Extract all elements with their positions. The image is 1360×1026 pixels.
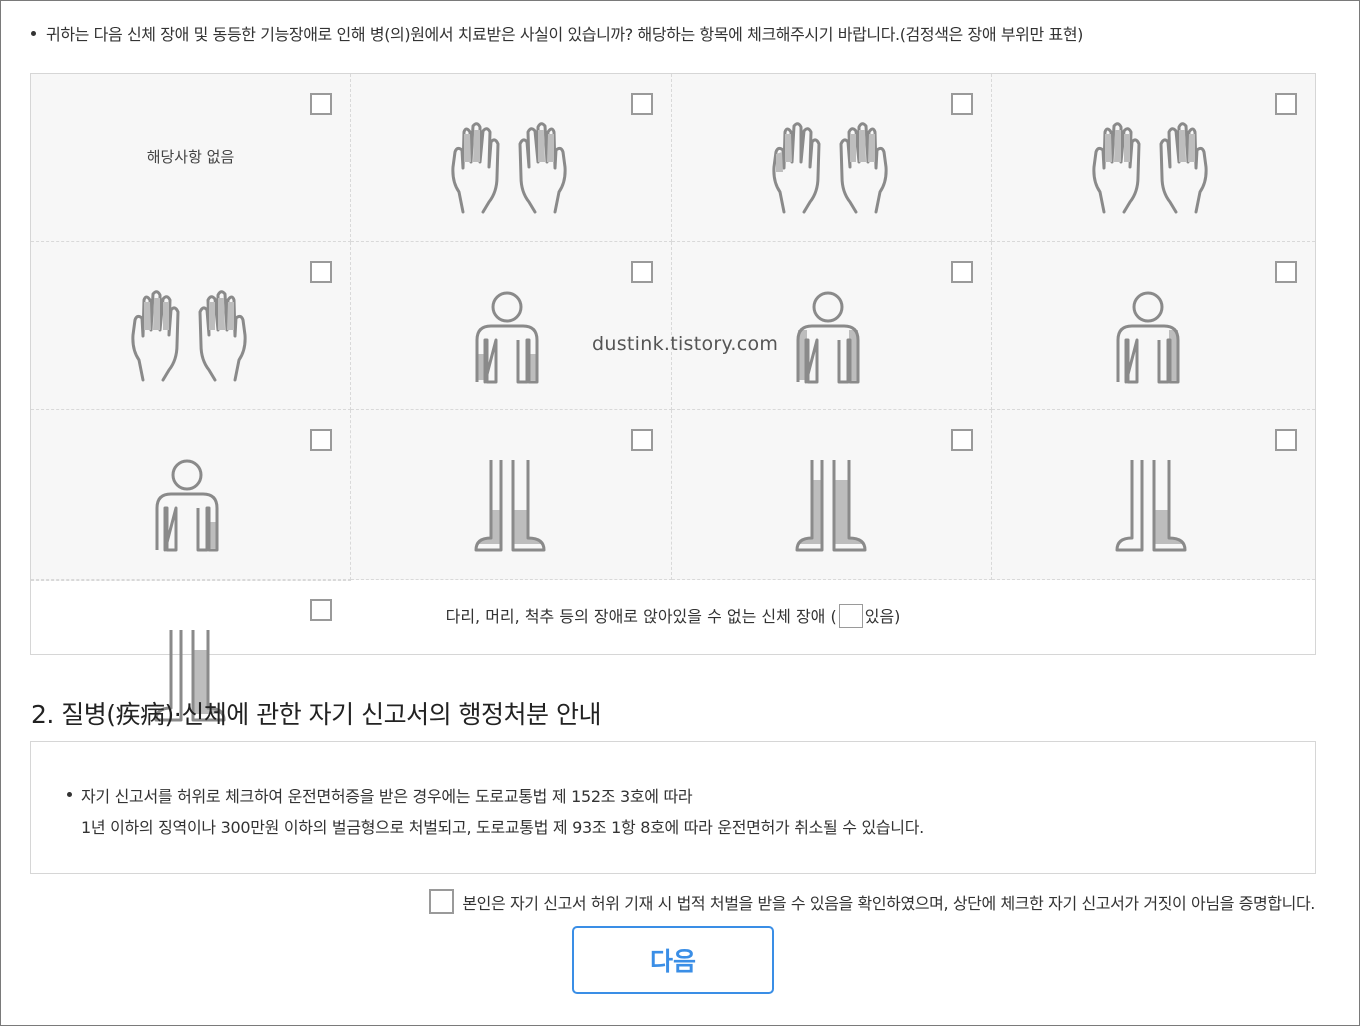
arms-icon xyxy=(475,291,539,384)
disability-grid-panel: 해당사항 없음 다리, 머리, 척추 등의 장애로 앉아있을 수 없는 신체 장… xyxy=(30,73,1316,722)
sitting-disability-checkbox[interactable] xyxy=(838,603,863,628)
grid-cell-hands-3[interactable] xyxy=(992,74,1315,242)
checkbox-arms-4[interactable] xyxy=(310,429,332,451)
notice-line-1: 자기 신고서를 허위로 체크하여 운전면허증을 받은 경우에는 도로교통법 제 … xyxy=(67,783,693,807)
notice-line-2: 1년 이하의 징역이나 300만원 이하의 벌금형으로 처벌되고, 도로교통법 … xyxy=(81,814,924,838)
grid-cell-hands-4[interactable] xyxy=(31,242,351,410)
hands-icon xyxy=(131,290,247,382)
grid-cell-arms-4[interactable] xyxy=(31,410,351,580)
grid-cell-legs-1[interactable] xyxy=(351,410,672,580)
confirm-row: 본인은 자기 신고서 허위 기재 시 법적 처벌을 받을 수 있음을 확인하였으… xyxy=(429,889,1315,914)
checkbox-hands-1[interactable] xyxy=(631,93,653,115)
next-button[interactable]: 다음 xyxy=(572,926,774,994)
bullet-icon xyxy=(67,792,72,797)
checkbox-hands-3[interactable] xyxy=(1275,93,1297,115)
sitting-disability-row: 다리, 머리, 척추 등의 장애로 앉아있을 수 없는 신체 장애 ( 있음) xyxy=(31,580,1315,654)
notice-box: 자기 신고서를 허위로 체크하여 운전면허증을 받은 경우에는 도로교통법 제 … xyxy=(30,741,1316,874)
disability-grid: 해당사항 없음 xyxy=(31,74,1315,722)
legs-icon xyxy=(474,460,546,552)
section-title: 2. 질병(疾病)·신체에 관한 자기 신고서의 행정처분 안내 xyxy=(31,700,602,729)
confirm-label: 본인은 자기 신고서 허위 기재 시 법적 처벌을 받을 수 있음을 확인하였으… xyxy=(462,893,1315,913)
grid-cell-legs-2[interactable] xyxy=(672,410,992,580)
checkbox-hands-2[interactable] xyxy=(951,93,973,115)
checkbox-arms-3[interactable] xyxy=(1275,261,1297,283)
watermark: dustink.tistory.com xyxy=(592,333,779,355)
arms-icon xyxy=(1116,291,1180,384)
hands-icon xyxy=(451,122,567,214)
confirm-checkbox[interactable] xyxy=(429,889,455,914)
arms-icon xyxy=(796,291,860,384)
bullet-icon xyxy=(31,31,36,36)
grid-cell-arms-3[interactable] xyxy=(992,242,1315,410)
checkbox-legs-2[interactable] xyxy=(951,429,973,451)
checkbox-arms-2[interactable] xyxy=(951,261,973,283)
none-label: 해당사항 없음 xyxy=(146,148,235,166)
grid-cell-arms-1[interactable] xyxy=(351,242,672,410)
grid-cell-legs-3[interactable] xyxy=(992,410,1315,580)
question-label: 귀하는 다음 신체 장애 및 동등한 기능장애로 인해 병(의)원에서 치료받은… xyxy=(46,25,1083,44)
checkbox-none[interactable] xyxy=(310,93,332,115)
notice-text-1: 자기 신고서를 허위로 체크하여 운전면허증을 받은 경우에는 도로교통법 제 … xyxy=(81,787,693,806)
grid-cell-arms-2[interactable] xyxy=(672,242,992,410)
sitting-disability-label: 다리, 머리, 척추 등의 장애로 앉아있을 수 없는 신체 장애 ( xyxy=(445,607,837,626)
checkbox-arms-1[interactable] xyxy=(631,261,653,283)
checkbox-legs-1[interactable] xyxy=(631,429,653,451)
grid-cell-none[interactable]: 해당사항 없음 xyxy=(31,74,351,242)
question-text: 귀하는 다음 신체 장애 및 동등한 기능장애로 인해 병(의)원에서 치료받은… xyxy=(31,21,1083,45)
checkbox-hands-4[interactable] xyxy=(310,261,332,283)
grid-cell-hands-1[interactable] xyxy=(351,74,672,242)
hands-icon xyxy=(772,122,888,214)
sitting-disability-suffix: 있음) xyxy=(864,607,901,626)
legs-icon xyxy=(795,460,867,552)
checkbox-legs-3[interactable] xyxy=(1275,429,1297,451)
legs-icon xyxy=(1115,460,1187,552)
hands-icon xyxy=(1092,122,1208,214)
notice-text-2: 1년 이하의 징역이나 300만원 이하의 벌금형으로 처벌되고, 도로교통법 … xyxy=(81,818,924,837)
arms-icon xyxy=(155,459,219,552)
grid-cell-hands-2[interactable] xyxy=(672,74,992,242)
